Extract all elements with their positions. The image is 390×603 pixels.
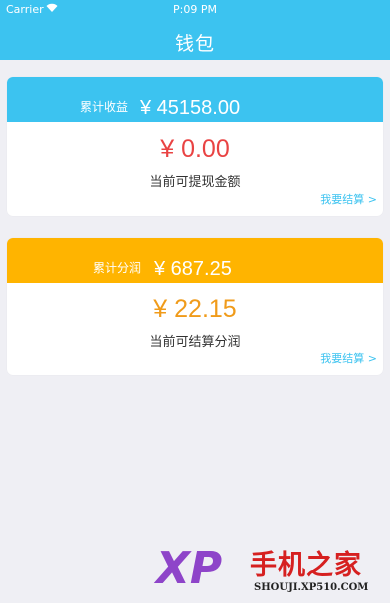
watermark-xp-logo: XP <box>156 543 223 594</box>
status-time: P:09 PM <box>173 3 217 16</box>
settle-income-link[interactable]: 我要结算 > <box>320 191 377 207</box>
profit-card: 累计分润 ¥ 687.25 ¥ 22.15 当前可结算分润 我要结算 > <box>7 238 383 375</box>
settle-profit-link[interactable]: 我要结算 > <box>320 350 377 366</box>
watermark-url: SHOUJI.XP510.COM <box>254 582 369 593</box>
settleable-profit-label: 当前可结算分润 <box>149 335 241 350</box>
withdrawable-amount-label: 当前可提现金额 <box>149 175 241 190</box>
total-income-label: 累计收益 <box>80 100 129 114</box>
income-card-header: 累计收益 ¥ 45158.00 <box>7 77 383 122</box>
total-income-amount: ¥ 45158.00 <box>140 97 241 119</box>
total-profit-label: 累计分润 <box>93 261 142 275</box>
header-bar: Carrier P:09 PM 钱包 <box>0 0 390 60</box>
total-profit-amount: ¥ 687.25 <box>154 258 232 280</box>
settleable-profit-amount: ¥ 22.15 <box>153 295 237 323</box>
profit-card-header: 累计分润 ¥ 687.25 <box>7 238 383 283</box>
watermark-site-name: 手机之家 <box>250 550 362 581</box>
page-title: 钱包 <box>174 33 215 55</box>
withdrawable-amount: ¥ 0.00 <box>160 135 230 163</box>
status-bar: Carrier P:09 PM <box>0 0 390 18</box>
watermark-logo: XP 手机之家 SHOUJI.XP510.COM <box>150 537 390 603</box>
income-card: 累计收益 ¥ 45158.00 ¥ 0.00 当前可提现金额 我要结算 > <box>7 77 383 216</box>
